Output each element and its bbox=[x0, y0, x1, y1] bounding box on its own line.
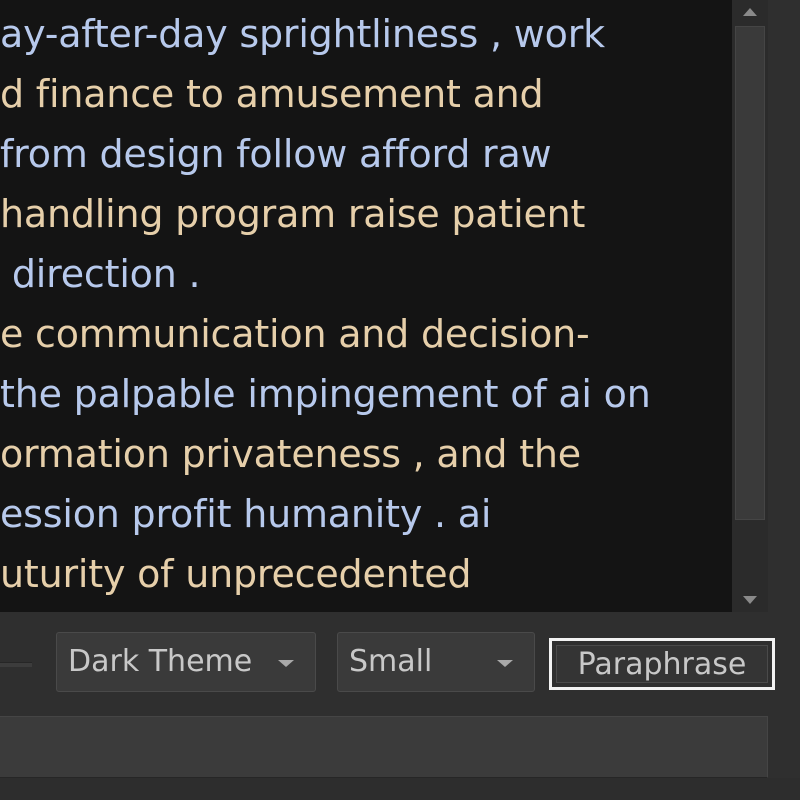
chevron-down-icon bbox=[497, 660, 513, 667]
chevron-down-icon bbox=[278, 660, 294, 667]
arrow-down-icon bbox=[743, 596, 757, 604]
paraphrase-button-label: Paraphrase bbox=[556, 645, 768, 683]
text-line: ay-after-day sprightliness , work bbox=[0, 12, 605, 56]
text-line: handling program raise patient bbox=[0, 192, 586, 236]
output-field[interactable] bbox=[0, 716, 768, 778]
text-line: direction . bbox=[0, 252, 201, 296]
text-line: ormation privateness , and the bbox=[0, 432, 581, 476]
vertical-scrollbar[interactable] bbox=[732, 0, 768, 612]
text-line: the palpable impingement of ai on bbox=[0, 372, 651, 416]
paraphrase-button[interactable]: Paraphrase bbox=[549, 638, 775, 690]
text-line: from design follow afford raw bbox=[0, 132, 552, 176]
scroll-down-button[interactable] bbox=[732, 588, 768, 612]
text-editor[interactable]: ay-after-day sprightliness , work d fina… bbox=[0, 0, 732, 612]
scroll-up-button[interactable] bbox=[732, 0, 768, 24]
arrow-up-icon bbox=[743, 8, 757, 16]
theme-select-value: Dark Theme bbox=[68, 644, 253, 679]
theme-select[interactable]: Dark Theme bbox=[56, 632, 316, 692]
text-line: ession profit humanity . ai bbox=[0, 492, 492, 536]
size-select-value: Small bbox=[349, 644, 433, 679]
text-line: d finance to amusement and bbox=[0, 72, 544, 116]
bottom-edge bbox=[0, 778, 800, 800]
text-line: uturity of unprecedented bbox=[0, 552, 472, 596]
slider-track[interactable] bbox=[0, 662, 32, 667]
text-content: ay-after-day sprightliness , work d fina… bbox=[0, 8, 651, 608]
scroll-thumb[interactable] bbox=[735, 26, 765, 520]
app-window: ay-after-day sprightliness , work d fina… bbox=[0, 0, 800, 800]
size-select[interactable]: Small bbox=[337, 632, 535, 692]
text-line: e communication and decision- bbox=[0, 312, 590, 356]
